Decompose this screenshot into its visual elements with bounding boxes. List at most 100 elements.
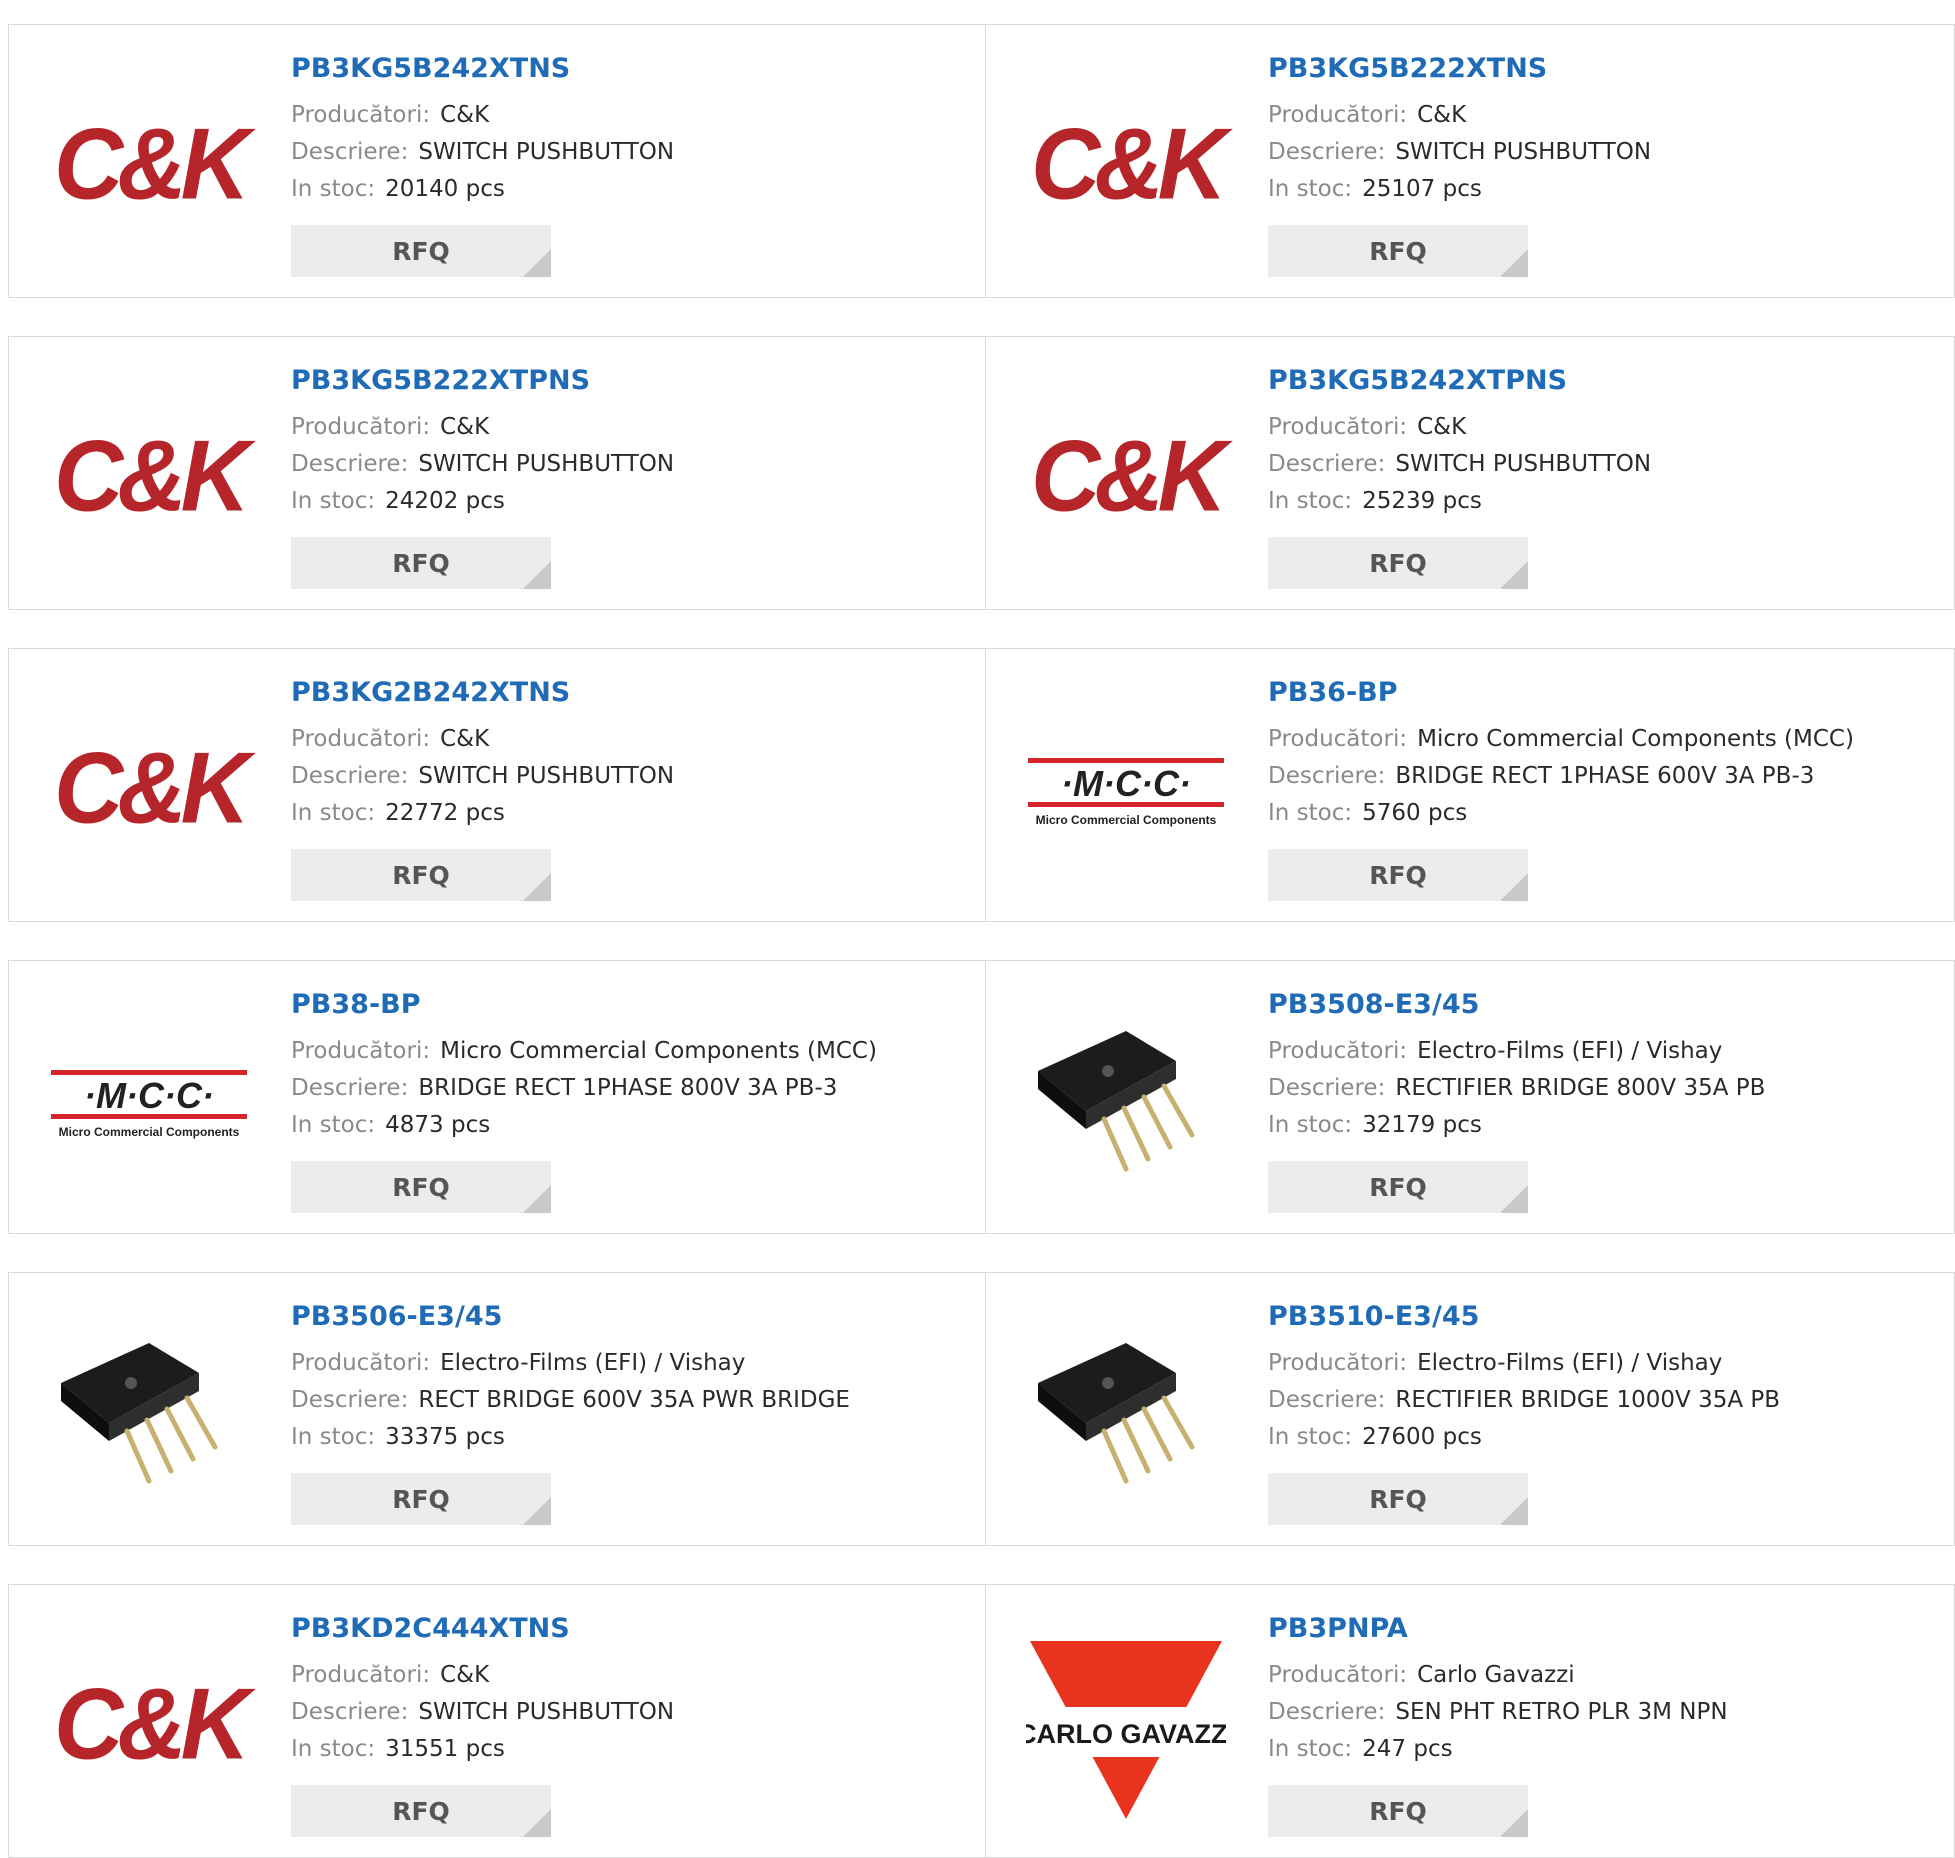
manufacturer-value: C&K <box>1417 102 1467 128</box>
rfq-button[interactable]: RFQ <box>291 537 551 589</box>
part-number-link[interactable]: PB3PNPA <box>1268 1613 1728 1645</box>
part-number-link[interactable]: PB3KG2B242XTNS <box>291 677 674 709</box>
bridge-rectifier-image <box>49 1313 249 1513</box>
stock-value: 25107 pcs <box>1362 176 1482 202</box>
product-card: C&K PB3KG5B242XTPNS Producători: C&K Desc… <box>986 336 1955 610</box>
product-card: C&K PB3KG5B222XTPNS Producători: C&K Desc… <box>8 336 986 610</box>
bridge-rectifier-image <box>1026 1313 1226 1513</box>
rfq-button[interactable]: RFQ <box>1268 849 1528 901</box>
mcc-logo-graphic: ·M·C·C· Micro Commercial Components <box>1028 758 1224 827</box>
rfq-label: RFQ <box>392 236 450 266</box>
rfq-label: RFQ <box>1369 1484 1427 1514</box>
manufacturer-label: Producători: <box>291 726 431 752</box>
bridge-rectifier-graphic <box>61 1343 218 1484</box>
description-label: Descriere: <box>1268 763 1386 789</box>
manufacturer-value: Micro Commercial Components (MCC) <box>440 1038 877 1064</box>
stock-label: In stoc: <box>1268 800 1353 826</box>
description-value: SWITCH PUSHBUTTON <box>1395 139 1652 165</box>
rfq-button[interactable]: RFQ <box>291 1785 551 1837</box>
rfq-label: RFQ <box>1369 1172 1427 1202</box>
part-number-link[interactable]: PB3KG5B242XTNS <box>291 53 674 85</box>
part-number-link[interactable]: PB3KG5B222XTNS <box>1268 53 1651 85</box>
ck-logo: C&K <box>1026 377 1227 577</box>
corner-fold-icon <box>523 249 551 277</box>
carlo-gavazzi-graphic: CARLO GAVAZZI <box>1026 1641 1226 1819</box>
bridge-rectifier-graphic <box>1038 1031 1195 1172</box>
part-number-link[interactable]: PB38-BP <box>291 989 877 1021</box>
rfq-button[interactable]: RFQ <box>291 225 551 277</box>
description-label: Descriere: <box>291 451 409 477</box>
mcc-logo-graphic: ·M·C·C· Micro Commercial Components <box>51 1070 247 1139</box>
stock-label: In stoc: <box>1268 1112 1353 1138</box>
description-label: Descriere: <box>291 139 409 165</box>
rfq-button[interactable]: RFQ <box>1268 1785 1528 1837</box>
manufacturer-label: Producători: <box>1268 726 1408 752</box>
product-card: PB3508-E3/45 Producători: Electro-Films (… <box>986 960 1955 1234</box>
corner-fold-icon <box>1500 1809 1528 1837</box>
mcc-logo: ·M·C·C· Micro Commercial Components <box>1026 689 1226 889</box>
ck-logo: C&K <box>49 1625 250 1825</box>
corner-fold-icon <box>1500 249 1528 277</box>
product-card: PB3506-E3/45 Producători: Electro-Films (… <box>8 1272 986 1546</box>
stock-value: 22772 pcs <box>385 800 505 826</box>
product-row: C&K PB3KG5B242XTNS Producători: C&K Descr… <box>8 24 1955 298</box>
rfq-label: RFQ <box>392 1172 450 1202</box>
mcc-logo-subtext: Micro Commercial Components <box>1036 813 1217 827</box>
stock-label: In stoc: <box>1268 1736 1353 1762</box>
product-card: CARLO GAVAZZI PB3PNPA Producători: Carlo … <box>986 1584 1955 1858</box>
part-number-link[interactable]: PB3KG5B222XTPNS <box>291 365 674 397</box>
description-label: Descriere: <box>1268 451 1386 477</box>
ck-logo-text: C&K <box>54 1668 250 1781</box>
description-value: SWITCH PUSHBUTTON <box>418 763 675 789</box>
description-value: SEN PHT RETRO PLR 3M NPN <box>1395 1699 1728 1725</box>
part-number-link[interactable]: PB3KG5B242XTPNS <box>1268 365 1651 397</box>
manufacturer-label: Producători: <box>1268 1038 1408 1064</box>
part-number-link[interactable]: PB36-BP <box>1268 677 1854 709</box>
stock-label: In stoc: <box>291 1736 376 1762</box>
stock-value: 247 pcs <box>1362 1736 1453 1762</box>
ck-logo-text: C&K <box>54 108 250 221</box>
product-card: C&K PB3KD2C444XTNS Producători: C&K Descr… <box>8 1584 986 1858</box>
description-value: SWITCH PUSHBUTTON <box>1395 451 1652 477</box>
rfq-button[interactable]: RFQ <box>291 849 551 901</box>
stock-label: In stoc: <box>291 1424 376 1450</box>
ck-logo-text: C&K <box>54 732 250 845</box>
corner-fold-icon <box>523 561 551 589</box>
description-value: RECTIFIER BRIDGE 1000V 35A PB <box>1395 1387 1781 1413</box>
rfq-button[interactable]: RFQ <box>1268 1473 1528 1525</box>
rfq-button[interactable]: RFQ <box>291 1473 551 1525</box>
rfq-label: RFQ <box>1369 860 1427 890</box>
manufacturer-value: C&K <box>440 726 490 752</box>
rfq-button[interactable]: RFQ <box>1268 537 1528 589</box>
stock-value: 32179 pcs <box>1362 1112 1482 1138</box>
part-number-link[interactable]: PB3510-E3/45 <box>1268 1301 1780 1333</box>
ck-logo: C&K <box>49 689 250 889</box>
manufacturer-label: Producători: <box>1268 1350 1408 1376</box>
description-value: RECT BRIDGE 600V 35A PWR BRIDGE <box>418 1387 850 1413</box>
stock-value: 31551 pcs <box>385 1736 505 1762</box>
stock-label: In stoc: <box>1268 176 1353 202</box>
product-row: C&K PB3KD2C444XTNS Producători: C&K Descr… <box>8 1584 1955 1858</box>
part-number-link[interactable]: PB3506-E3/45 <box>291 1301 850 1333</box>
part-number-link[interactable]: PB3508-E3/45 <box>1268 989 1765 1021</box>
rfq-button[interactable]: RFQ <box>1268 1161 1528 1213</box>
rfq-label: RFQ <box>392 1484 450 1514</box>
rfq-button[interactable]: RFQ <box>1268 225 1528 277</box>
corner-fold-icon <box>523 1809 551 1837</box>
description-label: Descriere: <box>1268 139 1386 165</box>
stock-value: 20140 pcs <box>385 176 505 202</box>
ck-logo: C&K <box>1026 65 1227 265</box>
mcc-logo-text: ·M·C·C· <box>84 1075 214 1116</box>
description-label: Descriere: <box>291 1699 409 1725</box>
carlo-gavazzi-logo: CARLO GAVAZZI <box>1026 1625 1226 1825</box>
stock-value: 27600 pcs <box>1362 1424 1482 1450</box>
description-value: SWITCH PUSHBUTTON <box>418 139 675 165</box>
manufacturer-value: Micro Commercial Components (MCC) <box>1417 726 1854 752</box>
part-number-link[interactable]: PB3KD2C444XTNS <box>291 1613 674 1645</box>
description-value: BRIDGE RECT 1PHASE 800V 3A PB-3 <box>418 1075 838 1101</box>
product-card: PB3510-E3/45 Producători: Electro-Films (… <box>986 1272 1955 1546</box>
description-value: SWITCH PUSHBUTTON <box>418 1699 675 1725</box>
rfq-button[interactable]: RFQ <box>291 1161 551 1213</box>
manufacturer-label: Producători: <box>291 102 431 128</box>
manufacturer-label: Producători: <box>291 1350 431 1376</box>
